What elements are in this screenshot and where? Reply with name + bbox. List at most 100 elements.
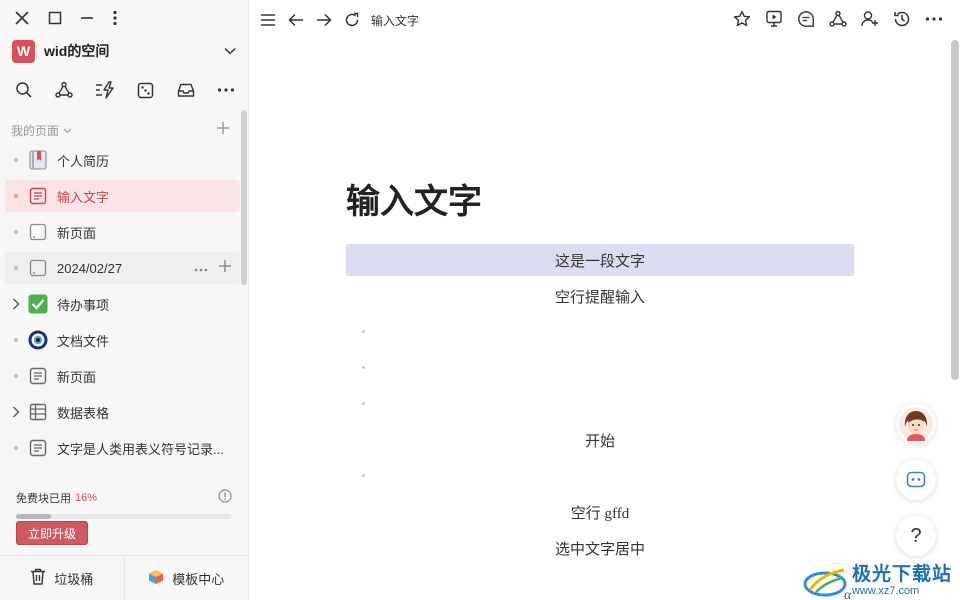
editor-scrollbar[interactable]: [951, 40, 959, 380]
page-label: 输入文字: [57, 189, 110, 205]
text-block-selected[interactable]: 这是一段文字: [346, 244, 854, 276]
empty-line-dot: [362, 330, 365, 333]
sidebar-page-item[interactable]: 待办事项: [5, 288, 240, 320]
menu-icon[interactable]: [258, 10, 278, 30]
star-icon[interactable]: [732, 9, 752, 29]
my-pages-header[interactable]: 我的页面: [11, 121, 230, 139]
sidebar-page-item[interactable]: 文字是人类用表义符号记录...: [5, 432, 240, 464]
bullet-dot: [14, 266, 18, 270]
bullet-dot: [14, 158, 18, 162]
block-usage: 免费块已用 16%: [16, 489, 232, 519]
top-toolbar: 输入文字: [249, 0, 960, 40]
bullet-dot: [14, 374, 18, 378]
ai-assistant-button[interactable]: [896, 460, 936, 500]
quick-action-icon[interactable]: [95, 80, 115, 100]
doc-icon: [27, 365, 49, 387]
page-label: 新页面: [57, 369, 97, 385]
empty-block[interactable]: [346, 388, 854, 420]
more-horizontal-icon[interactable]: [924, 9, 944, 29]
sidebar: W wid的空间 我的页面 个人简历 输入文字 新页面 2024/02/27 待…: [0, 0, 249, 600]
expand-chevron-icon[interactable]: [5, 406, 27, 418]
forward-arrow-icon[interactable]: [314, 10, 334, 30]
add-page-icon[interactable]: [216, 121, 230, 140]
empty-block[interactable]: [346, 460, 854, 492]
sidebar-page-item[interactable]: 新页面: [5, 360, 240, 392]
template-center-button[interactable]: 模板中心: [123, 556, 249, 600]
table-icon: [27, 401, 49, 423]
usage-label: 免费块已用: [16, 492, 71, 505]
expand-chevron-icon[interactable]: [5, 298, 27, 310]
nav-controls: [258, 10, 362, 30]
trash-icon: [30, 568, 46, 588]
bullet-dot: [14, 446, 18, 450]
space-name: wid的空间: [44, 43, 110, 59]
editor-area: 输入文字 输入文字 这是一段文字 空行提醒输入 开始 空行 gffd 选中文字居…: [249, 0, 960, 600]
sidebar-page-item[interactable]: 新页面: [5, 216, 240, 248]
top-actions: [732, 9, 944, 29]
add-subpage-icon[interactable]: [218, 259, 232, 278]
dice-icon[interactable]: [135, 80, 155, 100]
comment-icon[interactable]: [796, 9, 816, 29]
watermark: 极光下载站 www.xz7.com: [802, 564, 952, 598]
more-horizontal-icon[interactable]: [194, 259, 208, 277]
page-label: 新页面: [57, 225, 97, 241]
avatar: [899, 407, 933, 441]
info-icon[interactable]: [218, 489, 232, 506]
help-button[interactable]: ?: [896, 516, 936, 556]
text-block[interactable]: 空行 gffd: [346, 496, 854, 528]
sidebar-page-item[interactable]: 文档文件: [5, 324, 240, 356]
sidebar-scrollbar[interactable]: [241, 110, 247, 285]
history-icon[interactable]: [892, 9, 912, 29]
upgrade-button[interactable]: 立即升级: [16, 521, 88, 545]
page-actions: [194, 259, 232, 278]
more-horizontal-icon[interactable]: [216, 80, 236, 100]
page-list: 个人简历 输入文字 新页面 2024/02/27 待办事项 文档文件 新页面 数…: [5, 144, 240, 468]
watermark-url: www.xz7.com: [851, 585, 920, 597]
add-user-icon[interactable]: [860, 9, 880, 29]
empty-block[interactable]: [346, 352, 854, 384]
text-block[interactable]: 空行提醒输入: [346, 280, 854, 312]
text-block[interactable]: 开始: [346, 424, 854, 456]
robot-chat-icon: [906, 471, 926, 488]
blank-page-icon: [27, 221, 49, 243]
empty-block[interactable]: [346, 316, 854, 348]
close-icon[interactable]: [14, 10, 30, 26]
usage-progress-fill: [16, 514, 51, 519]
trash-label: 垃圾桶: [54, 571, 94, 587]
sidebar-page-item[interactable]: 数据表格: [5, 396, 240, 428]
checkbox-icon: [27, 293, 49, 315]
bookmark-book-icon: [27, 149, 49, 171]
minimize-icon[interactable]: [80, 11, 94, 25]
sidebar-page-item-active[interactable]: 输入文字: [5, 180, 240, 212]
cube-icon: [148, 569, 164, 588]
doc-icon: [27, 437, 49, 459]
text-block[interactable]: 选中文字居中: [346, 532, 854, 564]
breadcrumb[interactable]: 输入文字: [371, 12, 419, 29]
page-title[interactable]: 输入文字: [346, 174, 482, 223]
chevron-down-icon[interactable]: [224, 42, 236, 60]
sidebar-page-item[interactable]: 个人简历: [5, 144, 240, 176]
graph-nodes-icon[interactable]: [828, 9, 848, 29]
bullet-dot: [14, 194, 18, 198]
more-vertical-icon[interactable]: [112, 10, 118, 26]
space-switcher[interactable]: W wid的空间: [12, 38, 236, 64]
assistant-avatar-button[interactable]: [896, 404, 936, 444]
sidebar-footer: 垃圾桶 模板中心: [0, 555, 248, 600]
chevron-down-icon[interactable]: [63, 121, 72, 139]
graph-nodes-icon[interactable]: [54, 80, 74, 100]
page-label: 数据表格: [57, 405, 110, 421]
page-label: 个人简历: [57, 153, 110, 169]
empty-line-dot: [362, 402, 365, 405]
search-icon[interactable]: [14, 80, 34, 100]
sidebar-page-item[interactable]: 2024/02/27: [5, 252, 240, 284]
space-logo: W: [12, 39, 35, 63]
refresh-icon[interactable]: [342, 10, 362, 30]
bullet-dot: [14, 338, 18, 342]
inbox-icon[interactable]: [176, 80, 196, 100]
doc-icon: [27, 185, 49, 207]
presentation-icon[interactable]: [764, 9, 784, 29]
maximize-icon[interactable]: [48, 11, 62, 25]
back-arrow-icon[interactable]: [286, 10, 306, 30]
app-window: W wid的空间 我的页面 个人简历 输入文字 新页面 2024/02/27 待…: [0, 0, 960, 600]
trash-button[interactable]: 垃圾桶: [0, 556, 124, 600]
